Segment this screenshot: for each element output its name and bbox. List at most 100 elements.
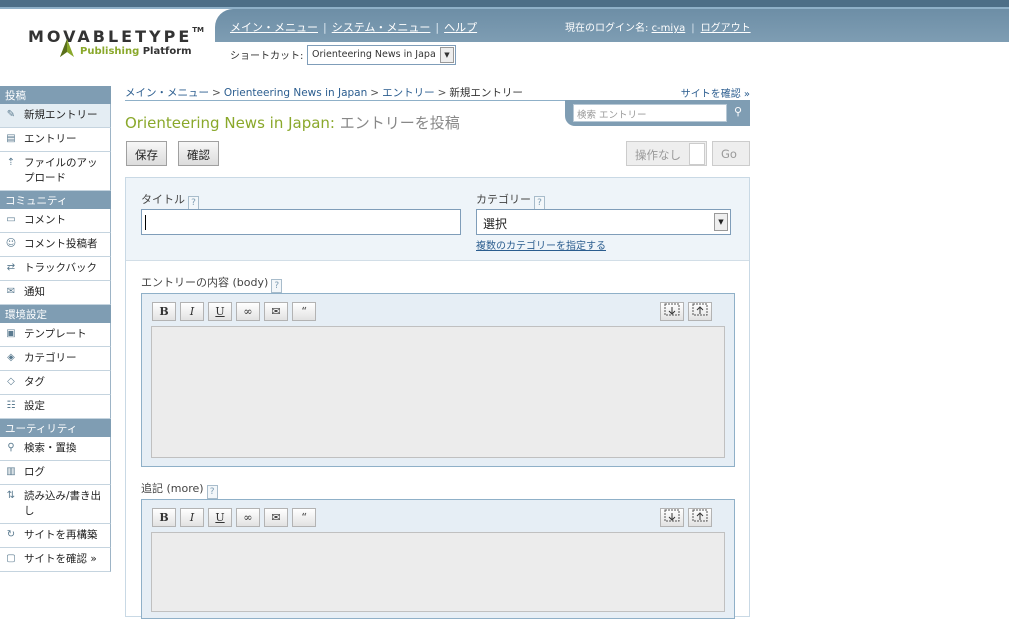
insert-file-icon[interactable]: [688, 302, 712, 321]
sidebar-item-categories[interactable]: ◈ カテゴリー: [0, 347, 111, 371]
more-label-text: 追記 (more): [141, 482, 204, 495]
go-button[interactable]: Go: [712, 141, 750, 166]
sidebar-item-upload-file[interactable]: ⇡ ファイルのアップロード: [0, 152, 111, 191]
trackback-icon: ⇄: [6, 262, 16, 273]
page-title: Orienteering News in Japan: エントリーを投稿: [125, 112, 460, 133]
sidebar-section-community: コミュニティ: [0, 191, 111, 209]
link-icon[interactable]: ∞: [236, 508, 260, 527]
search-icon[interactable]: ⚲: [730, 104, 746, 120]
view-site-link[interactable]: サイトを確認 »: [681, 85, 750, 100]
body-textarea[interactable]: [151, 326, 725, 458]
title-label-text: タイトル: [141, 193, 185, 206]
help-icon[interactable]: ?: [534, 196, 545, 210]
bold-icon[interactable]: B: [152, 508, 176, 527]
nav-system-menu[interactable]: システム・メニュー: [332, 21, 431, 34]
breadcrumb-main-menu[interactable]: メイン・メニュー: [125, 87, 209, 99]
sidebar-item-view-site[interactable]: ▢ サイトを確認 »: [0, 548, 111, 572]
logo-tm: TM: [192, 25, 204, 34]
save-button[interactable]: 保存: [126, 141, 167, 166]
sidebar-item-entries[interactable]: ▤ エントリー: [0, 128, 111, 152]
sidebar-item-label: 設定: [24, 400, 45, 412]
sidebar-item-label: 読み込み/書き出し: [24, 490, 102, 517]
preview-button[interactable]: 確認: [178, 141, 219, 166]
sidebar-item-rebuild[interactable]: ↻ サイトを再構築: [0, 524, 111, 548]
import-export-icon: ⇅: [6, 490, 16, 501]
log-icon: ▥: [6, 466, 16, 477]
sidebar-item-tags[interactable]: ◇ タグ: [0, 371, 111, 395]
rebuild-icon: ↻: [6, 529, 16, 540]
email-icon[interactable]: ✉: [264, 508, 288, 527]
logout-link[interactable]: ログアウト: [701, 23, 751, 34]
help-icon[interactable]: ?: [206, 485, 218, 499]
user-icon: ☺: [5, 238, 17, 249]
sidebar-item-label: ファイルのアップロード: [24, 157, 98, 184]
sidebar-item-trackbacks[interactable]: ⇄ トラックバック: [0, 257, 111, 281]
multi-category-link[interactable]: 複数のカテゴリーを指定する: [476, 237, 606, 252]
sidebar-item-import-export[interactable]: ⇅ 読み込み/書き出し: [0, 485, 111, 524]
link-icon[interactable]: ∞: [236, 302, 260, 321]
search-box: 検索 エントリー ⚲: [565, 100, 750, 126]
nav-sep: |: [691, 23, 695, 34]
nav-sep: |: [323, 21, 327, 34]
sidebar-item-label: コメント: [24, 214, 66, 226]
tag-icon: ◇: [7, 376, 15, 387]
category-icon: ◈: [7, 352, 15, 363]
sidebar-item-templates[interactable]: ▣ テンプレート: [0, 323, 111, 347]
body-label-text: エントリーの内容 (body): [141, 276, 269, 289]
more-textarea[interactable]: [151, 532, 725, 612]
help-icon[interactable]: ?: [271, 279, 283, 293]
insert-file-icon[interactable]: [688, 508, 712, 527]
nav-main-menu[interactable]: メイン・メニュー: [230, 21, 318, 34]
nav-help[interactable]: ヘルプ: [444, 21, 477, 34]
breadcrumb-entries[interactable]: エントリー: [382, 87, 435, 99]
quote-icon[interactable]: “: [292, 302, 316, 321]
page-title-blog: Orienteering News in Japan:: [125, 114, 335, 132]
sidebar-item-log[interactable]: ▥ ログ: [0, 461, 111, 485]
body-label: エントリーの内容 (body)?: [141, 274, 283, 293]
help-icon[interactable]: ?: [188, 196, 199, 210]
comment-icon: ▭: [6, 214, 16, 225]
global-nav: メイン・メニュー | システム・メニュー | ヘルプ: [230, 19, 477, 35]
text-caret: [145, 215, 146, 230]
shortcut-select[interactable]: Orienteering News in Japa ▼: [307, 45, 456, 65]
underline-icon[interactable]: U: [208, 508, 232, 527]
sidebar-item-label: トラックバック: [24, 262, 97, 274]
email-icon[interactable]: ✉: [264, 302, 288, 321]
nav-sep: |: [435, 21, 440, 34]
nav-bar: メイン・メニュー | システム・メニュー | ヘルプ 現在のログイン名: c-miya |…: [215, 9, 1009, 42]
login-user-link[interactable]: c-miya: [652, 23, 686, 34]
pencil-icon: ✎: [6, 109, 16, 120]
bold-icon[interactable]: B: [152, 302, 176, 321]
logo-text: MOVABLETYPE: [28, 27, 193, 46]
sidebar-section-post: 投稿: [0, 86, 111, 104]
italic-icon[interactable]: I: [180, 508, 204, 527]
sidebar-item-label: エントリー: [24, 133, 77, 145]
sidebar-item-settings[interactable]: ☷ 設定: [0, 395, 111, 419]
insert-image-icon[interactable]: [660, 508, 684, 527]
title-input[interactable]: [141, 209, 461, 235]
underline-icon[interactable]: U: [208, 302, 232, 321]
italic-icon[interactable]: I: [180, 302, 204, 321]
sidebar-item-commenters[interactable]: ☺ コメント投稿者: [0, 233, 111, 257]
more-label: 追記 (more)?: [141, 480, 218, 499]
envelope-icon: ✉: [6, 286, 16, 297]
breadcrumb-blog[interactable]: Orienteering News in Japan: [224, 87, 367, 99]
sidebar-item-search-replace[interactable]: ⚲ 検索・置換: [0, 437, 111, 461]
sidebar-item-label: コメント投稿者: [24, 238, 98, 250]
quote-icon[interactable]: “: [292, 508, 316, 527]
search-icon: ⚲: [7, 442, 15, 453]
insert-image-icon[interactable]: [660, 302, 684, 321]
sidebar-item-label: サイトを確認 »: [24, 553, 97, 565]
search-input[interactable]: 検索 エントリー: [573, 104, 727, 122]
category-value: 選択: [483, 217, 508, 231]
sidebar-item-notifications[interactable]: ✉ 通知: [0, 281, 111, 305]
sidebar-item-label: ログ: [24, 466, 45, 478]
sidebar-item-comments[interactable]: ▭ コメント: [0, 209, 111, 233]
category-select[interactable]: 選択 ▼: [476, 209, 731, 235]
sidebar-item-label: テンプレート: [24, 328, 87, 340]
breadcrumb: メイン・メニュー > Orienteering News in Japan > エントリ…: [125, 85, 523, 100]
sidebar-item-new-entry[interactable]: ✎ 新規エントリー: [0, 104, 111, 128]
sidebar: 投稿 ✎ 新規エントリー ▤ エントリー ⇡ ファイルのアップロード コミュニティ ▭…: [0, 86, 111, 572]
login-info: 現在のログイン名: c-miya | ログアウト: [565, 19, 751, 34]
logo[interactable]: MOVABLETYPETM: [28, 25, 204, 46]
